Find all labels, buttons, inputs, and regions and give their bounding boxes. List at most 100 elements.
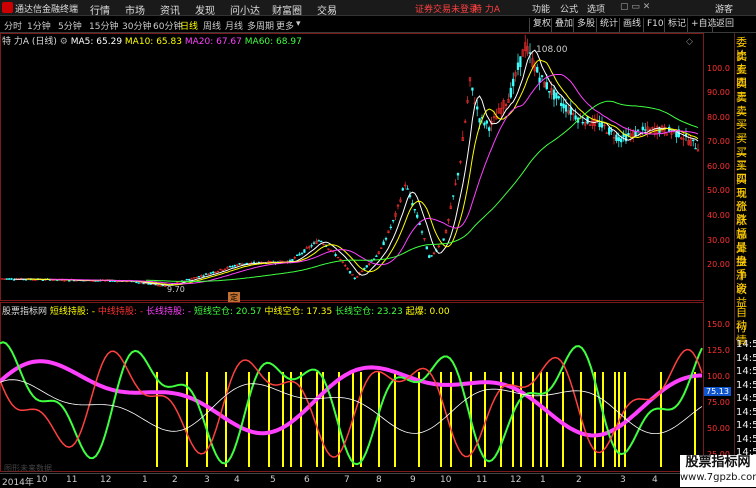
candle-body <box>478 118 481 123</box>
menu-formula[interactable]: 公式 <box>560 2 578 15</box>
candle-body <box>509 87 512 98</box>
tick-time: 14:5 <box>736 433 756 445</box>
y-tick: 40.00 <box>707 211 730 220</box>
signal-bar <box>248 372 250 467</box>
x-tick-label: 6 <box>304 475 310 485</box>
candle-body <box>627 133 630 136</box>
signal-bar <box>156 372 158 467</box>
tool-overlay[interactable]: 叠加 <box>551 18 573 32</box>
indicator-source[interactable]: 股票指标网 <box>2 307 47 317</box>
tool-statistics[interactable]: 统计 <box>596 18 618 32</box>
period-15min[interactable]: 15分钟 <box>89 19 118 32</box>
window-controls-icon[interactable]: ▢ ▭ ✕ <box>620 2 650 12</box>
signal-bar <box>316 372 318 467</box>
ind-y-tick: 50.00 <box>707 424 730 433</box>
ma10-line <box>26 59 699 286</box>
mid-hold-label: 中线持股: - <box>97 307 144 317</box>
x-tick-label: 10 <box>440 475 452 485</box>
candle-body <box>644 129 647 131</box>
short-empty-label: 短线空仓: 20.57 <box>193 307 262 317</box>
menu-market[interactable]: 市场 <box>125 2 145 17</box>
candle-body <box>452 195 455 197</box>
tool-adjust[interactable]: 复权 <box>529 18 551 32</box>
tool-f10[interactable]: F10 <box>643 18 664 32</box>
period-monthly[interactable]: 月线 <box>225 19 243 32</box>
ma60-label: MA60: 68.97 <box>244 37 302 47</box>
period-timeshare[interactable]: 分时 <box>4 19 22 32</box>
candle-body <box>416 214 419 218</box>
candle-body <box>560 102 563 106</box>
candle-body <box>516 62 520 70</box>
mid-line <box>0 348 703 458</box>
period-30min[interactable]: 30分钟 <box>122 19 151 32</box>
launch-label: 起爆: 0.00 <box>405 307 450 317</box>
candle-body <box>298 253 301 256</box>
menu-discover[interactable]: 发现 <box>195 2 215 17</box>
settings-icon[interactable]: ⚙ <box>60 37 68 47</box>
candle-body <box>5 278 8 280</box>
signal-bars <box>156 372 696 467</box>
candle-body <box>564 104 568 112</box>
period-5min[interactable]: 5分钟 <box>58 19 82 32</box>
menu-wealth-circle[interactable]: 财富圈 <box>272 2 302 17</box>
expand-icon[interactable]: ◇ <box>686 37 693 47</box>
tool-multi-stock[interactable]: 多股 <box>573 18 595 32</box>
ind-y-tick: 75.00 <box>707 398 730 407</box>
period-daily[interactable]: 日线 <box>180 19 198 32</box>
candle-series <box>0 34 700 288</box>
ma20-line <box>49 74 699 285</box>
candle-body <box>32 279 35 281</box>
candle-body <box>536 66 539 73</box>
period-weekly[interactable]: 周线 <box>203 19 221 32</box>
tick-time: 14:5 <box>736 393 756 404</box>
ind-y-tick: 150.0 <box>707 320 730 329</box>
watermark-url: www.7gpzb.com <box>680 472 756 483</box>
y-tick: 60.00 <box>707 162 730 171</box>
period-1min[interactable]: 1分钟 <box>27 19 51 32</box>
period-multi[interactable]: 多周期 <box>247 19 274 32</box>
candle-body <box>154 283 157 286</box>
candle-body <box>192 277 196 279</box>
y-tick: 90.00 <box>707 88 730 97</box>
period-more[interactable]: 更多 <box>276 19 294 32</box>
x-tick-label: 7 <box>344 475 350 485</box>
menu-news[interactable]: 资讯 <box>160 2 180 17</box>
signal-bar <box>546 372 548 467</box>
watermark-title: 股票指标网 <box>685 455 751 470</box>
menu-trade[interactable]: 交易 <box>317 2 337 17</box>
tool-back[interactable]: 返回 <box>712 18 734 32</box>
signal-bar <box>418 372 420 467</box>
ma-legend: 特 力A (日线) ⚙ MA5: 65.29 MA10: 65.83 MA20:… <box>2 34 302 47</box>
indicator-chart[interactable] <box>0 302 704 472</box>
candle-body <box>615 134 618 141</box>
ma60-line <box>145 100 699 282</box>
x-tick-label: 12 <box>100 475 112 485</box>
candle-body <box>694 147 697 150</box>
x-tick-label: 2 <box>172 475 178 485</box>
ma-lines <box>13 49 699 286</box>
period-60min[interactable]: 60分钟 <box>153 19 182 32</box>
candlestick-chart[interactable] <box>0 33 704 301</box>
quote-side-panel: 委比 卖五 卖四 卖三 卖二 卖一 买一 买二 买三 买四 买五 现价 涨跌 涨幅 总量 外盘 换手 净资 收益 自动… <box>734 33 756 472</box>
trade-login-warning[interactable]: 证券交易未登录 <box>415 2 478 15</box>
tick-time: 14:5 <box>736 406 756 418</box>
guest-label[interactable]: 游客 <box>715 2 733 15</box>
candle-body <box>389 226 392 229</box>
chevron-down-icon[interactable]: ▾ <box>296 19 301 29</box>
candle-body <box>610 130 613 132</box>
watermark-logo: 股票指标网 www.7gpzb.com <box>680 455 756 487</box>
long-empty-label: 长线空仓: 23.23 <box>335 307 403 317</box>
x-tick-label: 11 <box>476 475 488 485</box>
reserved-data-label: 图形未来数据 <box>4 464 52 473</box>
candle-body <box>430 255 433 257</box>
tool-mark[interactable]: 标记 <box>664 18 686 32</box>
candle-body <box>8 278 11 280</box>
menu-options[interactable]: 选项 <box>587 2 605 15</box>
menu-function[interactable]: 功能 <box>532 2 550 15</box>
tool-draw-line[interactable]: 画线 <box>619 18 641 32</box>
menu-ask-xiaoda[interactable]: 问小达 <box>230 2 260 17</box>
menu-market-quotes[interactable]: 行情 <box>90 2 110 17</box>
chart-title: 特 力A (日线) <box>2 37 57 47</box>
x-tick-label: 4 <box>652 475 658 485</box>
tick-time: 14:5 <box>736 352 756 364</box>
